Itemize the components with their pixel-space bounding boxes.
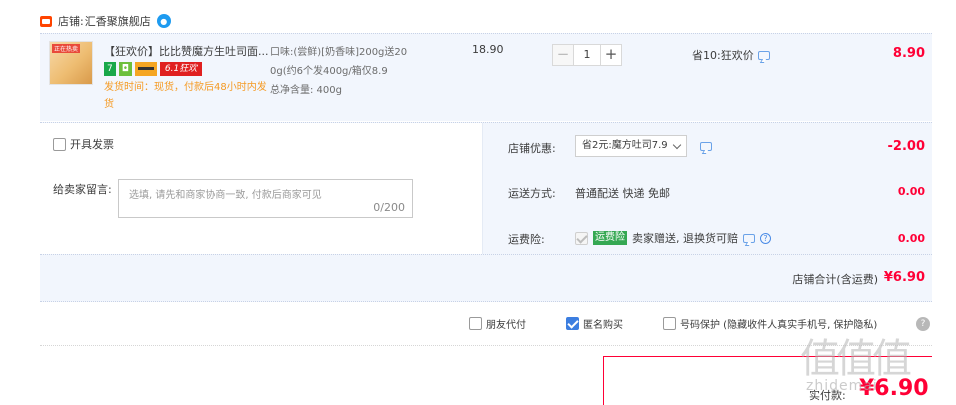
anonymous-checkbox[interactable]	[566, 317, 579, 330]
insurance-text: 卖家赠送, 退换货可赔	[632, 232, 738, 245]
increase-quantity-button[interactable]: +	[600, 44, 622, 66]
insurance-amount: 0.00	[897, 232, 925, 245]
divider	[40, 345, 932, 346]
anonymous-option[interactable]: 匿名购买	[566, 316, 623, 331]
item-total-price: 8.90	[892, 46, 925, 61]
payment-label: 实付款:	[809, 389, 846, 402]
product-title-link[interactable]: 【狂欢价】比比赞魔方生吐司面...	[104, 43, 270, 59]
help-icon[interactable]: ?	[760, 232, 771, 244]
invoice-label: 开具发票	[70, 138, 114, 151]
coupon-row: 省2元:魔方吐司7.9	[575, 135, 712, 157]
promo-badge: 6.1狂欢	[159, 62, 203, 76]
invoice-option[interactable]: 开具发票	[53, 136, 114, 152]
shop-total-amount: ¥6.90	[883, 270, 925, 285]
memo-char-count: 0/200	[373, 201, 405, 214]
friend-pay-option[interactable]: 朋友代付	[469, 316, 526, 331]
friend-pay-checkbox[interactable]	[469, 317, 482, 330]
insurance-info-icon[interactable]	[743, 233, 755, 243]
seller-memo-input[interactable]: 选填, 请先和商家协商一致, 付款后商家可见 0/200	[118, 179, 413, 218]
insurance-tag: 运费险	[593, 231, 627, 245]
thumbnail-tag: 正在热卖	[52, 44, 81, 53]
payment-amount: ¥6.90	[859, 376, 929, 401]
memo-placeholder: 选填, 请先和商家协商一致, 付款后商家可见	[129, 190, 322, 201]
coupon-selected-value: 省2元:魔方吐司7.9	[582, 140, 668, 151]
credit-card-icon	[134, 62, 157, 76]
item-discount: 省10:狂欢价	[692, 47, 770, 63]
service-badge-icon: ◘	[118, 62, 132, 76]
shop-total-label: 店铺合计(含运费)	[792, 273, 878, 286]
product-thumbnail[interactable]: 正在热卖	[49, 41, 93, 85]
order-options-panel: 开具发票 给卖家留言: 选填, 请先和商家协商一致, 付款后商家可见 0/200…	[40, 122, 932, 302]
quantity-stepper: − 1 +	[552, 44, 622, 66]
quantity-input[interactable]: 1	[574, 44, 600, 66]
insurance-label: 运费险:	[508, 233, 545, 246]
anonymous-label: 匿名购买	[583, 320, 623, 331]
payment-summary-box: 实付款: ¥6.90	[603, 356, 932, 405]
shipping-method: 普通配送 快递 免邮	[575, 187, 670, 200]
store-icon	[40, 15, 52, 27]
friend-pay-label: 朋友代付	[486, 320, 526, 331]
invoice-checkbox[interactable]	[53, 137, 66, 151]
product-spec: 口味:(尝鲜)[奶香味]200g送20 0g(约6个发400g/箱仅8.9 总净…	[270, 43, 440, 100]
unit-price: 18.90	[472, 43, 504, 56]
coupon-select[interactable]: 省2元:魔方吐司7.9	[575, 135, 687, 157]
shop-total-row: 店铺合计(含运费) ¥6.90	[40, 254, 932, 303]
insurance-row: 运费险 卖家赠送, 退换货可赔 ?	[575, 230, 771, 246]
shipping-label: 运送方式:	[508, 187, 556, 200]
discount-label: 省10:狂欢价	[692, 49, 754, 62]
memo-label: 给卖家留言:	[53, 183, 112, 196]
shipping-time-note: 发货时间：现货，付款后48小时内发货	[104, 82, 267, 110]
spec-line: 总净含量: 400g	[270, 85, 342, 96]
wangwang-chat-icon[interactable]: ●	[156, 14, 171, 28]
insurance-checkbox	[575, 231, 588, 245]
privacy-checkbox[interactable]	[663, 317, 676, 330]
spec-line: 口味:(尝鲜)[奶香味]200g送20	[270, 47, 408, 58]
spec-line: 0g(约6个发400g/箱仅8.9	[270, 66, 388, 77]
cart-item-row: 正在热卖 【狂欢价】比比赞魔方生吐司面... 7 ◘ 6.1狂欢 发货时间：现货…	[40, 33, 932, 121]
coupon-amount: -2.00	[887, 139, 925, 154]
extra-options-bar: 朋友代付 匿名购买 号码保护 (隐藏收件人真实手机号, 保护隐私) ?	[0, 314, 956, 336]
shop-name-link[interactable]: 汇香聚旗舰店	[85, 13, 151, 29]
coupon-label: 店铺优惠:	[508, 142, 556, 155]
question-icon[interactable]: ?	[916, 317, 930, 331]
chevron-down-icon	[672, 140, 681, 149]
seven-day-return-badge: 7	[104, 62, 116, 76]
shipping-amount: 0.00	[897, 185, 925, 198]
decrease-quantity-button[interactable]: −	[552, 44, 574, 66]
shop-header: 店铺: 汇香聚旗舰店 ●	[40, 11, 171, 31]
discount-info-icon[interactable]	[757, 50, 770, 60]
coupon-info-icon[interactable]	[699, 141, 712, 151]
shop-label: 店铺:	[58, 15, 84, 28]
privacy-label: 号码保护 (隐藏收件人真实手机号, 保护隐私)	[680, 320, 878, 331]
buyer-options: 开具发票 给卖家留言: 选填, 请先和商家协商一致, 付款后商家可见 0/200	[40, 123, 483, 254]
privacy-option[interactable]: 号码保护 (隐藏收件人真实手机号, 保护隐私)	[663, 316, 877, 331]
product-badges: 7 ◘ 6.1狂欢	[104, 62, 203, 76]
